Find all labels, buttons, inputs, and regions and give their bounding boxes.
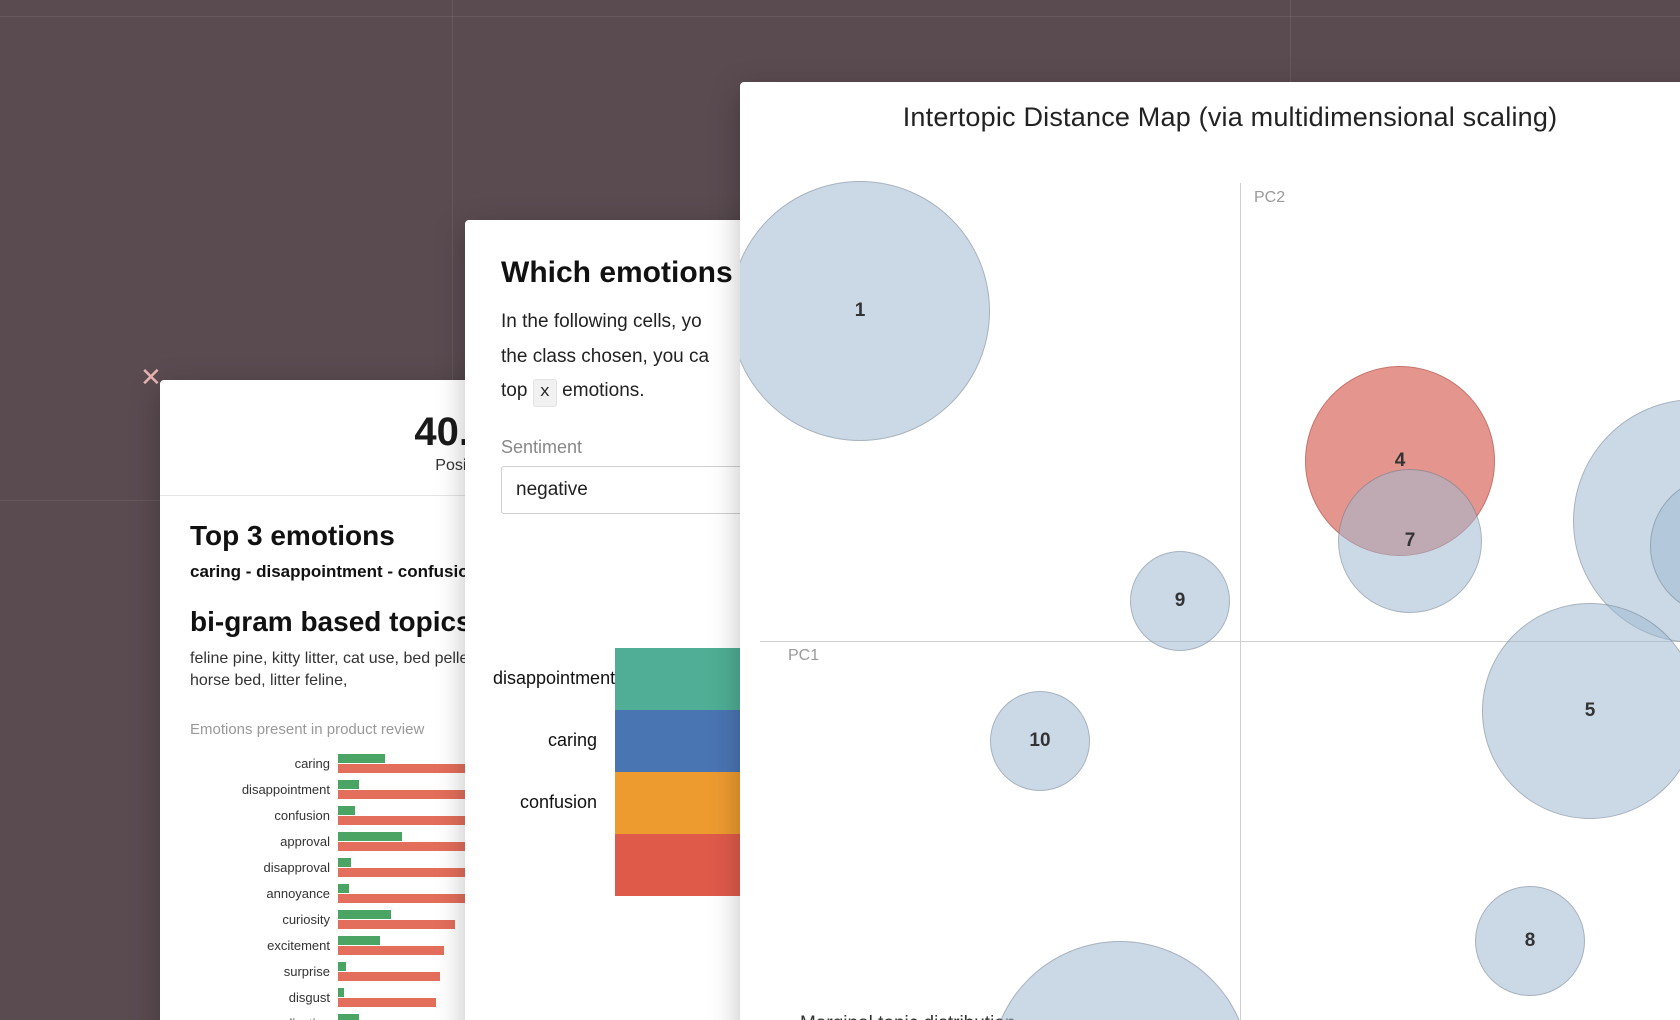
bar-positive [338,832,402,841]
footnote: Marginal topic distribution [800,1013,1015,1020]
bar-positive [338,910,391,919]
bar-positive [338,962,346,971]
bar-negative [338,972,440,981]
card-intertopic-map: Intertopic Distance Map (via multidimens… [740,82,1680,1020]
bar-positive [338,858,351,867]
bar-positive [338,1014,359,1020]
bar-negative [338,920,455,929]
topic-bubble[interactable]: 2 [990,941,1250,1020]
topic-bubble[interactable]: 5 [1482,603,1680,819]
topic-bubble[interactable]: 10 [990,691,1090,791]
bar-label: excitement [238,938,338,953]
bar-label: caring [238,756,338,771]
bar-positive [338,806,355,815]
bar-label: approval [238,834,338,849]
select-value: negative [516,479,588,500]
bar-label: annoyance [238,886,338,901]
bar-label: realization [238,1016,338,1020]
map-title: Intertopic Distance Map (via multidimens… [740,102,1680,133]
intertopic-plot[interactable]: PC2 PC1 Marginal topic distribution 1235… [740,143,1680,1020]
axis-label-pc1: PC1 [788,647,819,665]
topic-bubble[interactable]: 9 [1130,551,1230,651]
bar-label: disappointment [238,782,338,797]
bar-label: curiosity [238,912,338,927]
desc-suffix: emotions. [557,380,645,401]
segment-label: disappointment [493,668,607,689]
bar-positive [338,884,349,893]
close-icon[interactable]: ✕ [140,362,162,393]
bar-label: confusion [238,808,338,823]
bar-positive [338,988,344,997]
topic-bubble[interactable]: 7 [1338,469,1482,613]
axis-label-pc2: PC2 [1254,189,1285,207]
topic-bubble[interactable]: 1 [740,181,990,441]
bar-positive [338,780,359,789]
bar-positive [338,936,380,945]
bar-label: disgust [238,990,338,1005]
bar-negative [338,946,444,955]
bar-label: surprise [238,964,338,979]
desc-prefix: top [501,380,533,401]
segment-label: caring [493,730,607,751]
segment-label: confusion [493,792,607,813]
bar-label: disapproval [238,860,338,875]
code-token: x [533,379,557,407]
bar-negative [338,998,436,1007]
bar-positive [338,754,385,763]
axis-pc2 [1240,183,1241,1020]
topic-bubble[interactable]: 8 [1475,886,1585,996]
